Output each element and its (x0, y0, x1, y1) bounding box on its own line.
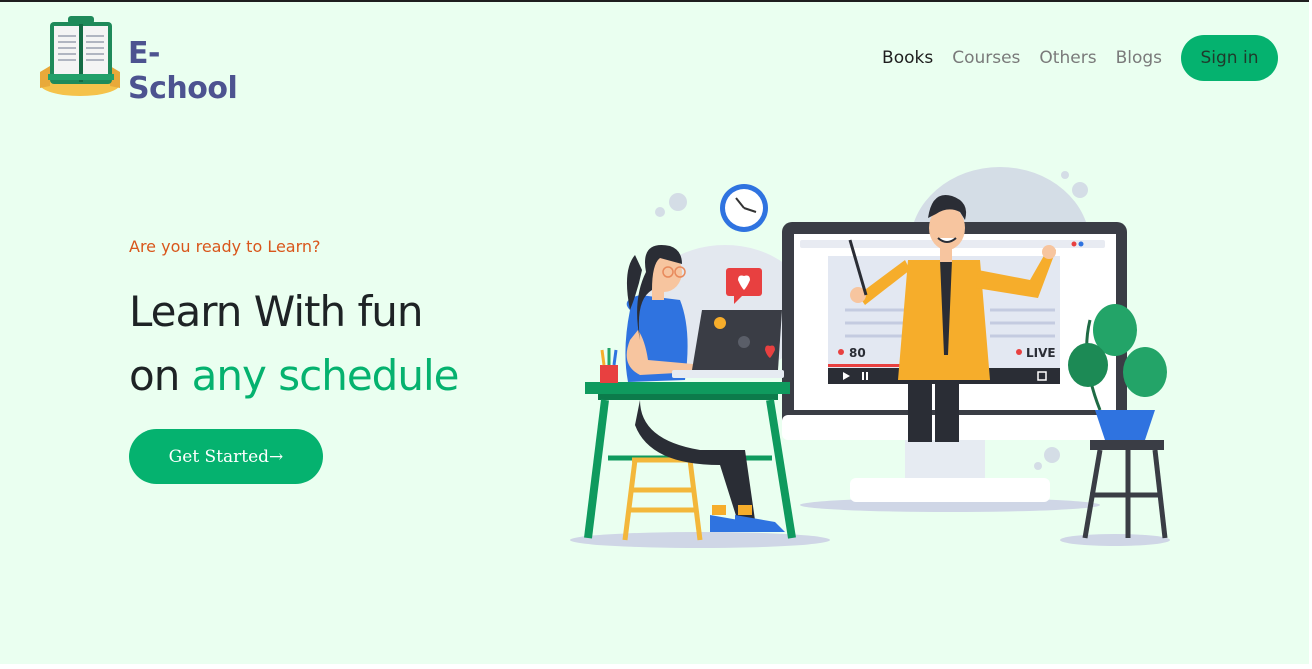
nav-link-books[interactable]: Books (882, 48, 933, 68)
headline-line-2: on any schedule (129, 344, 549, 408)
bottom-edge (0, 664, 1312, 669)
headline-accent: any schedule (191, 351, 460, 400)
pencil-cup (600, 348, 618, 383)
headline-line-1: Learn With fun (129, 287, 423, 336)
sign-in-button[interactable]: Sign in (1181, 35, 1278, 81)
nav-link-others[interactable]: Others (1039, 48, 1096, 68)
top-border (0, 0, 1312, 2)
chair (622, 457, 703, 541)
open-book-icon (40, 16, 120, 96)
live-label: LIVE (1026, 346, 1056, 360)
nav-link-courses[interactable]: Courses (952, 48, 1020, 68)
hero-eyebrow: Are you ready to Learn? (129, 237, 321, 256)
hero-headline: Learn With fun on any schedule (129, 280, 549, 408)
viewer-count: 80 (849, 346, 866, 360)
clock-icon (720, 184, 768, 232)
get-started-button[interactable]: Get Started→ (129, 429, 323, 484)
main-nav: Books Courses Others Blogs Sign in (882, 35, 1278, 81)
headline-prefix: on (129, 351, 192, 400)
nav-link-blogs[interactable]: Blogs (1116, 48, 1162, 68)
online-learning-illustration: 80 LIVE (570, 167, 1170, 548)
brand-name: E- School (128, 36, 238, 106)
brand-logo[interactable]: E- School (38, 14, 278, 106)
